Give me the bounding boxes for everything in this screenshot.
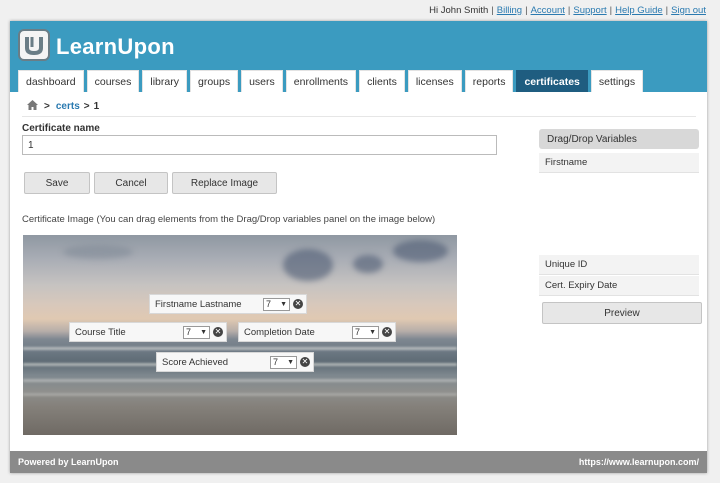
chevron-down-icon: ▼: [369, 328, 376, 336]
drag-drop-panel-title: Drag/Drop Variables: [539, 129, 699, 149]
breadcrumb-arrow: >: [83, 100, 90, 112]
tab-groups[interactable]: groups: [189, 70, 239, 92]
placed-variable[interactable]: Completion Date 7 ▼ ✕: [238, 322, 396, 342]
breadcrumb: > certs > 1: [27, 99, 99, 113]
home-icon[interactable]: [27, 99, 38, 113]
remove-icon[interactable]: ✕: [300, 357, 310, 367]
tab-library[interactable]: library: [142, 70, 187, 92]
main-nav: dashboard courses library groups users e…: [18, 70, 644, 92]
account-link[interactable]: Account: [531, 5, 565, 16]
breadcrumb-current: 1: [93, 100, 100, 112]
support-link[interactable]: Support: [573, 5, 606, 16]
tab-certificates[interactable]: certificates: [516, 70, 588, 92]
remove-icon[interactable]: ✕: [293, 299, 303, 309]
user-greeting: Hi John Smith: [429, 4, 489, 16]
tab-settings[interactable]: settings: [590, 70, 644, 92]
certificate-name-input[interactable]: [22, 135, 497, 155]
app-header: LearnUpon dashboard courses library grou…: [10, 21, 707, 92]
learnupon-logo-icon: [18, 29, 50, 61]
preview-button[interactable]: Preview: [542, 302, 702, 324]
cloud-shape: [353, 255, 383, 273]
tab-dashboard[interactable]: dashboard: [18, 70, 84, 92]
billing-link[interactable]: Billing: [497, 5, 522, 16]
sign-out-link[interactable]: Sign out: [671, 5, 706, 16]
placed-variable-label: Firstname Lastname: [155, 298, 242, 310]
remove-icon[interactable]: ✕: [382, 327, 392, 337]
help-guide-link[interactable]: Help Guide: [615, 5, 663, 16]
user-bar: Hi John Smith | Billing | Account | Supp…: [429, 4, 706, 16]
footer: Powered by LearnUpon https://www.learnup…: [10, 451, 707, 473]
main-card: LearnUpon dashboard courses library grou…: [10, 21, 707, 473]
font-size-select[interactable]: 7 ▼: [352, 325, 379, 339]
placed-variable[interactable]: Firstname Lastname 7 ▼ ✕: [149, 294, 307, 314]
font-size-select[interactable]: 7 ▼: [263, 297, 290, 311]
chevron-down-icon: ▼: [280, 300, 287, 308]
tab-reports[interactable]: reports: [464, 70, 514, 92]
font-size-select[interactable]: 7 ▼: [183, 325, 210, 339]
cloud-shape: [283, 249, 333, 281]
placed-variable-label: Completion Date: [244, 326, 315, 338]
tab-courses[interactable]: courses: [86, 70, 140, 92]
powered-by-text: Powered by LearnUpon: [18, 457, 119, 467]
chevron-down-icon: ▼: [200, 328, 207, 336]
tab-users[interactable]: users: [241, 70, 283, 92]
wave-shape: [23, 347, 457, 350]
drag-variable-cert-expiry-date[interactable]: Cert. Expiry Date: [539, 276, 699, 296]
chevron-down-icon: ▼: [287, 358, 294, 366]
drag-variable-unique-id[interactable]: Unique ID: [539, 255, 699, 275]
breadcrumb-certs-link[interactable]: certs: [56, 101, 80, 112]
remove-icon[interactable]: ✕: [213, 327, 223, 337]
tab-licenses[interactable]: licenses: [407, 70, 462, 92]
footer-url-link[interactable]: https://www.learnupon.com/: [579, 457, 699, 467]
wave-shape: [23, 379, 457, 382]
cloud-shape: [393, 240, 448, 262]
save-button[interactable]: Save: [24, 172, 90, 194]
tab-clients[interactable]: clients: [359, 70, 405, 92]
placed-variable-label: Course Title: [75, 326, 126, 338]
cloud-shape: [63, 245, 133, 259]
app-logo-text: LearnUpon: [56, 34, 175, 59]
breadcrumb-arrow: >: [44, 100, 50, 112]
cancel-button[interactable]: Cancel: [94, 172, 168, 194]
placed-variable-label: Score Achieved: [162, 356, 229, 368]
drag-variable-firstname[interactable]: Firstname: [539, 153, 699, 173]
placed-variable[interactable]: Course Title 7 ▼ ✕: [69, 322, 227, 342]
font-size-select[interactable]: 7 ▼: [270, 355, 297, 369]
certificate-image[interactable]: Firstname Lastname 7 ▼ ✕ Course Title 7 ▼ …: [23, 235, 457, 435]
certificate-image-hint: Certificate Image (You can drag elements…: [22, 214, 436, 225]
divider: [22, 116, 696, 117]
tab-enrollments[interactable]: enrollments: [285, 70, 357, 92]
placed-variable[interactable]: Score Achieved 7 ▼ ✕: [156, 352, 314, 372]
replace-image-button[interactable]: Replace Image: [172, 172, 277, 194]
certificate-name-label: Certificate name: [22, 123, 100, 134]
wave-shape: [23, 393, 457, 396]
